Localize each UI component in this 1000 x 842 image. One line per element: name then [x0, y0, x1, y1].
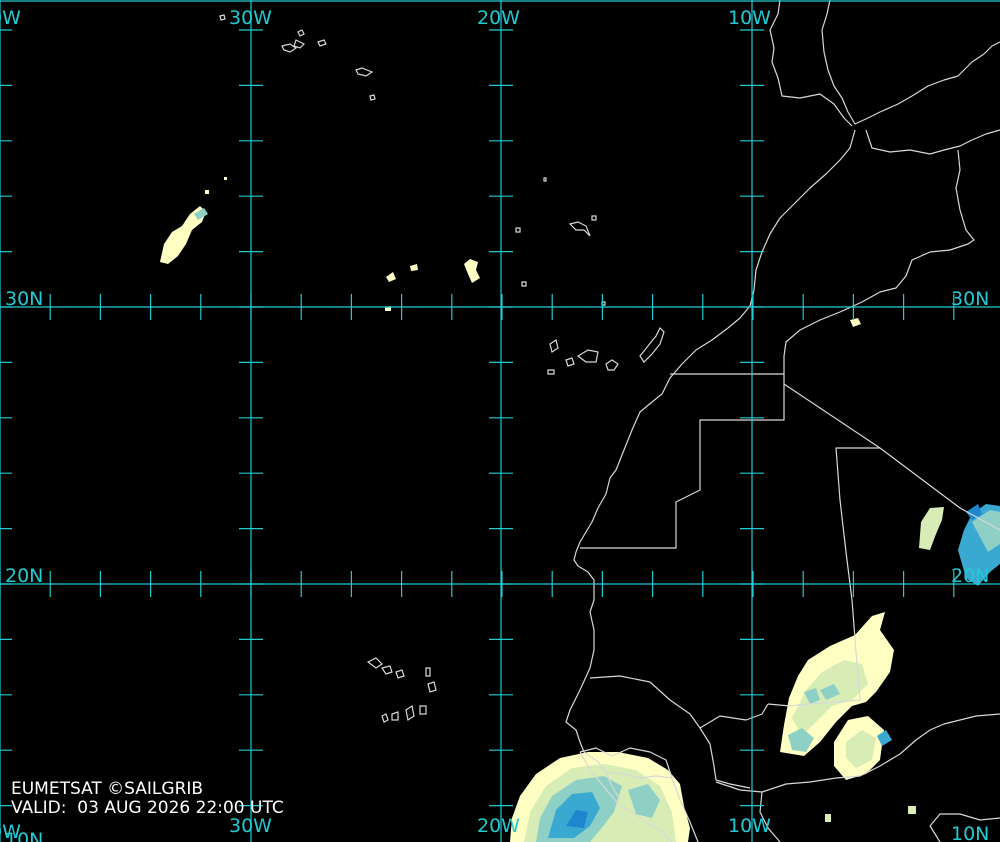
lat-label-right-30n: 30N — [951, 288, 989, 310]
valid-time-text: VALID: 03 AUG 2026 22:00 UTC — [11, 798, 284, 818]
lon-label-bottom-30w: 30W — [229, 815, 272, 837]
credit-text: EUMETSAT ©SAILGRIB — [11, 779, 204, 799]
lat-label-left-20n: 20N — [5, 565, 43, 587]
lat-label-right-10n: 10N — [951, 823, 989, 842]
lat-label-left-30n: 30N — [5, 288, 43, 310]
weather-map: 40W 30W 20W 10W 40W 30W 20W 10W 30N 20N … — [0, 0, 1000, 842]
lat-label-right-20n: 20N — [951, 565, 989, 587]
lat-label-left-10n: 10N — [5, 829, 43, 842]
ocean-background — [0, 0, 1000, 842]
lon-label-top-30w: 30W — [229, 7, 272, 29]
lon-label-bottom-10w: 10W — [728, 815, 771, 837]
lon-label-bottom-20w: 20W — [477, 815, 520, 837]
lon-label-top-10w: 10W — [728, 7, 771, 29]
lon-label-top-40w: 40W — [0, 7, 21, 29]
lon-label-top-20w: 20W — [477, 7, 520, 29]
